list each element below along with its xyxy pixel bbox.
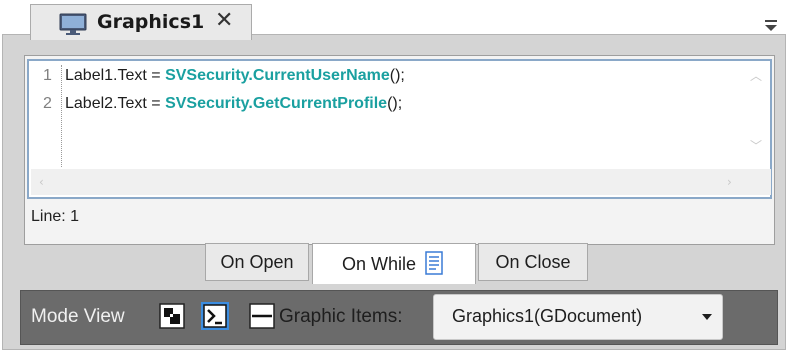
close-icon[interactable]: ✕	[215, 8, 233, 34]
code-text: ();	[389, 67, 405, 84]
script-mode-icon[interactable]	[201, 302, 229, 330]
graphic-items-label: Graphic Items:	[279, 306, 403, 327]
graphic-mode-icon[interactable]	[159, 303, 185, 329]
tab-label: On Open	[220, 251, 294, 272]
tab-on-while[interactable]: On While	[312, 243, 476, 284]
tab-label: On Close	[495, 251, 571, 272]
chevron-down-icon	[702, 314, 712, 320]
horizontal-scrollbar[interactable]: ‹ ›	[31, 169, 771, 195]
script-editor: 1 Label1.Text = SVSecurity.CurrentUserNam…	[24, 55, 775, 245]
scroll-down-icon[interactable]: ﹀	[750, 139, 762, 153]
document-icon	[425, 251, 443, 275]
monitor-icon	[59, 13, 87, 35]
dropdown-value: Graphics1(GDocument)	[452, 306, 643, 326]
scroll-up-icon[interactable]: ︿	[750, 69, 762, 83]
tab-on-close[interactable]: On Close	[478, 243, 588, 281]
tab-on-open[interactable]: On Open	[205, 243, 309, 281]
code-area[interactable]: 1 Label1.Text = SVSecurity.CurrentUserNam…	[27, 59, 772, 199]
code-text: Label1.Text =	[65, 67, 166, 84]
line-number: 2	[43, 95, 52, 112]
tab-title: Graphics1	[97, 11, 205, 33]
document-tab[interactable]: Graphics1 ✕	[30, 4, 252, 40]
code-line: 1 Label1.Text = SVSecurity.CurrentUserNam…	[43, 67, 405, 85]
cursor-status: Line: 1	[31, 208, 80, 225]
vertical-scrollbar[interactable]: ︿ ﹀	[742, 63, 768, 163]
graphic-items-dropdown[interactable]: Graphics1(GDocument)	[433, 294, 723, 340]
line-number: 1	[43, 67, 52, 84]
tab-label: On While	[341, 253, 417, 274]
mode-toolbar: Mode View Graphic Items: Graphics1(GDocu…	[20, 290, 778, 345]
code-text: ();	[387, 95, 403, 112]
mode-view-label: Mode View	[31, 306, 125, 327]
split-mode-icon[interactable]	[249, 303, 275, 329]
code-keyword: SVSecurity.GetCurrentProfile	[165, 95, 388, 112]
code-text: Label2.Text =	[65, 95, 166, 112]
scroll-right-icon[interactable]: ›	[727, 175, 732, 189]
tab-overflow-icon[interactable]	[764, 14, 778, 34]
code-keyword: SVSecurity.CurrentUserName	[165, 67, 390, 84]
scroll-left-icon[interactable]: ‹	[39, 175, 44, 189]
code-line: 2 Label2.Text = SVSecurity.GetCurrentProf…	[43, 95, 402, 113]
